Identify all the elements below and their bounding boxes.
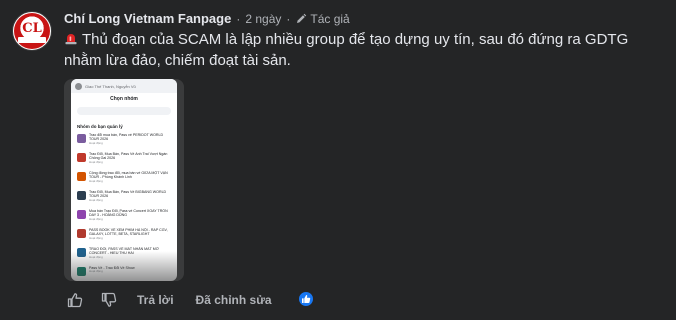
group-list-item[interactable]: PASS BOOK VÉ XEM PHIM HÀ NỘI - RAP CGV, … [77, 228, 173, 244]
edited-label[interactable]: Đã chỉnh sửa [196, 293, 272, 307]
group-text: Cộng đồng trao đổi, mua bán vé GIỮA MỘT … [89, 171, 173, 183]
separator-dot: · [236, 12, 241, 26]
group-text: Mua bán Trao Đổi, Pass vé Concert XOAY T… [89, 209, 173, 221]
group-thumbnail [77, 134, 86, 143]
group-text: Trao Đổi, Mua Bán, Pass Vé Anh Trai Vượt… [89, 152, 173, 164]
group-text: PASS BOOK VÉ XEM PHIM HÀ NỘI - RAP CGV, … [89, 228, 173, 240]
author-name[interactable]: Chí Long Vietnam Fanpage [64, 11, 231, 27]
group-text: Trao đổi mua bán, Pass vé PERIDOT WORLD … [89, 133, 173, 145]
mini-avatar [75, 82, 82, 90]
pen-icon [297, 13, 307, 23]
phone-top-bar: Giao Thế Thanh, Nguyễn Vũ [71, 79, 177, 93]
comment-text: Thủ đoạn của SCAM là lập nhiều group để … [64, 31, 629, 69]
thumbs-down-outline-icon[interactable] [100, 291, 118, 309]
chi-long-logo: CL [14, 13, 50, 49]
group-thumbnail [77, 229, 86, 238]
author-badge: Tác giả [295, 11, 350, 27]
avatar[interactable]: CL [12, 11, 52, 51]
group-list-item[interactable]: Cộng đồng trao đổi, mua bán vé GIỮA MỘT … [77, 171, 173, 187]
phone-title: Chọn nhóm [110, 96, 138, 102]
author-badge-label: Tác giả [310, 12, 350, 26]
group-status: Hoạt động [89, 140, 103, 145]
attached-screenshot[interactable]: Giao Thế Thanh, Nguyễn Vũ Chọn nhóm Nhóm… [64, 79, 184, 281]
reply-button[interactable]: Trả lời [137, 293, 174, 307]
police-siren-icon [65, 34, 77, 45]
comment-body: Thủ đoạn của SCAM là lập nhiều group để … [64, 29, 654, 71]
comment-actions: Trả lời Đã chỉnh sửa [64, 289, 272, 311]
group-thumbnail [77, 191, 86, 200]
phone-search-box [77, 107, 171, 115]
group-status: Hoạt động [89, 235, 103, 240]
image-shade [64, 251, 184, 281]
thumbs-up-outline-icon[interactable] [66, 291, 84, 309]
group-list-item[interactable]: Trao Đổi, Mua Bán, Pass Vé Anh Trai Vượt… [77, 152, 173, 168]
group-status: Hoạt động [89, 178, 103, 183]
separator-dot: · [286, 12, 291, 26]
group-list-item[interactable]: Mua bán Trao Đổi, Pass vé Concert XOAY T… [77, 209, 173, 225]
group-thumbnail [77, 210, 86, 219]
group-status: Hoạt động [89, 159, 103, 164]
comment-header: Chí Long Vietnam Fanpage · 2 ngày · Tác … [64, 11, 350, 27]
like-reaction-icon[interactable] [297, 290, 315, 308]
phone-section-label: Nhóm do bạn quản lý [77, 124, 123, 129]
phone-header-name: Giao Thế Thanh, Nguyễn Vũ [85, 83, 136, 89]
comment-time[interactable]: 2 ngày [245, 11, 281, 27]
group-list-item[interactable]: Trao đổi mua bán, Pass vé PERIDOT WORLD … [77, 133, 173, 149]
group-list-item[interactable]: Trao Đổi, Mua Bán, Pass Vé BIGBANG WORLD… [77, 190, 173, 206]
group-text: Trao Đổi, Mua Bán, Pass Vé BIGBANG WORLD… [89, 190, 173, 202]
group-thumbnail [77, 153, 86, 162]
group-status: Hoạt động [89, 197, 103, 202]
group-thumbnail [77, 172, 86, 181]
group-status: Hoạt động [89, 216, 103, 221]
